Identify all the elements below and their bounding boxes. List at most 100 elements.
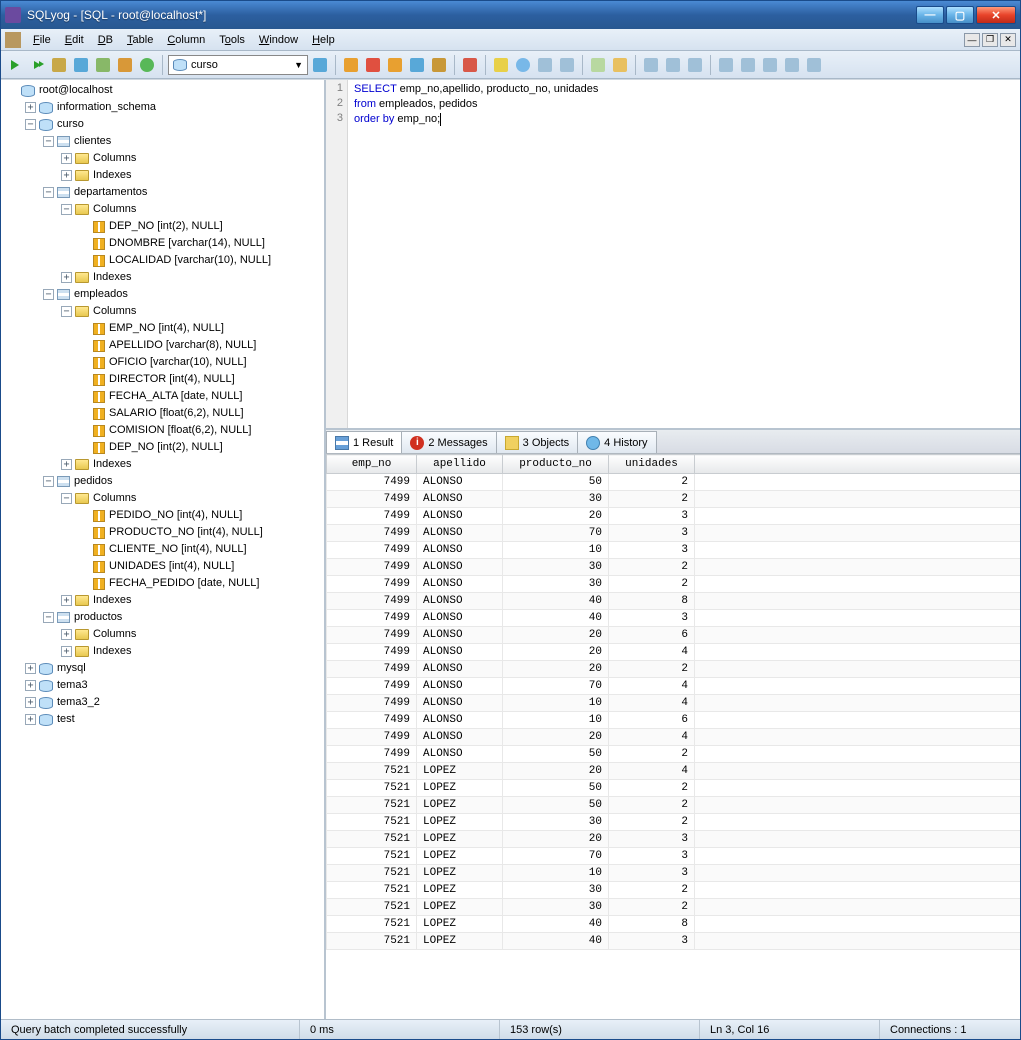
cell-producto-no[interactable]: 70 [503, 525, 609, 542]
cell-apellido[interactable]: LOPEZ [417, 882, 503, 899]
cell-unidades[interactable]: 3 [609, 542, 695, 559]
tree-table-departamentos[interactable]: −departamentos [43, 184, 322, 201]
cell-emp-no[interactable]: 7499 [327, 627, 417, 644]
cell-unidades[interactable]: 2 [609, 491, 695, 508]
cell-apellido[interactable]: ALONSO [417, 695, 503, 712]
table-row[interactable]: 7499ALONSO103 [327, 542, 1021, 559]
tree-column[interactable]: FECHA_PEDIDO [date, NULL] [79, 575, 322, 592]
tree-column[interactable]: SALARIO [float(6,2), NULL] [79, 405, 322, 422]
cell-unidades[interactable]: 3 [609, 865, 695, 882]
tree-column[interactable]: DIRECTOR [int(4), NULL] [79, 371, 322, 388]
cell-emp-no[interactable]: 7499 [327, 712, 417, 729]
cell-emp-no[interactable]: 7499 [327, 593, 417, 610]
cell-producto-no[interactable]: 10 [503, 712, 609, 729]
cell-unidades[interactable]: 4 [609, 729, 695, 746]
cell-apellido[interactable]: LOPEZ [417, 831, 503, 848]
cell-producto-no[interactable]: 10 [503, 695, 609, 712]
expand-icon[interactable]: + [25, 680, 36, 691]
tree-column[interactable]: LOCALIDAD [varchar(10), NULL] [79, 252, 322, 269]
cell-emp-no[interactable]: 7499 [327, 474, 417, 491]
mdi-restore[interactable]: ❐ [982, 33, 998, 47]
menu-window[interactable]: Window [253, 32, 304, 48]
collapse-icon[interactable]: − [43, 187, 54, 198]
table-row[interactable]: 7499ALONSO502 [327, 746, 1021, 763]
menu-edit[interactable]: Edit [59, 32, 90, 48]
tb-btn-g7e[interactable] [804, 55, 824, 75]
tb-btn-zoom[interactable] [513, 55, 533, 75]
table-row[interactable]: 7499ALONSO106 [327, 712, 1021, 729]
menu-tools[interactable]: Tools [213, 32, 251, 48]
cell-producto-no[interactable]: 20 [503, 644, 609, 661]
maximize-button[interactable]: ▢ [946, 6, 974, 24]
tb-btn-g3a[interactable] [460, 55, 480, 75]
tree-column[interactable]: DNOMBRE [varchar(14), NULL] [79, 235, 322, 252]
cell-apellido[interactable]: LOPEZ [417, 780, 503, 797]
cell-apellido[interactable]: LOPEZ [417, 916, 503, 933]
table-row[interactable]: 7499ALONSO202 [327, 661, 1021, 678]
cell-producto-no[interactable]: 70 [503, 678, 609, 695]
tree-folder-indexes[interactable]: +Indexes [61, 456, 322, 473]
cell-producto-no[interactable]: 50 [503, 780, 609, 797]
cell-apellido[interactable]: ALONSO [417, 593, 503, 610]
cell-producto-no[interactable]: 30 [503, 814, 609, 831]
tree-db-test[interactable]: +test [25, 711, 322, 728]
cell-producto-no[interactable]: 10 [503, 865, 609, 882]
cell-producto-no[interactable]: 30 [503, 899, 609, 916]
titlebar[interactable]: SQLyog - [SQL - root@localhost*] ― ▢ ✕ [1, 1, 1020, 29]
cell-producto-no[interactable]: 40 [503, 933, 609, 950]
tb-btn-g5a[interactable] [588, 55, 608, 75]
cell-unidades[interactable]: 2 [609, 746, 695, 763]
cell-apellido[interactable]: ALONSO [417, 508, 503, 525]
table-row[interactable]: 7521LOPEZ302 [327, 899, 1021, 916]
tb-btn-g4a[interactable] [535, 55, 555, 75]
cell-unidades[interactable]: 2 [609, 559, 695, 576]
cell-producto-no[interactable]: 20 [503, 763, 609, 780]
cell-emp-no[interactable]: 7499 [327, 576, 417, 593]
table-row[interactable]: 7521LOPEZ204 [327, 763, 1021, 780]
tree-folder-indexes[interactable]: +Indexes [61, 269, 322, 286]
cell-apellido[interactable]: ALONSO [417, 559, 503, 576]
collapse-icon[interactable]: − [61, 204, 72, 215]
cell-unidades[interactable]: 2 [609, 576, 695, 593]
tree-folder-columns[interactable]: −Columns [61, 490, 322, 507]
cell-unidades[interactable]: 6 [609, 712, 695, 729]
cell-apellido[interactable]: ALONSO [417, 610, 503, 627]
collapse-icon[interactable]: − [43, 289, 54, 300]
table-row[interactable]: 7499ALONSO302 [327, 491, 1021, 508]
tb-btn-5[interactable] [93, 55, 113, 75]
cell-emp-no[interactable]: 7521 [327, 865, 417, 882]
cell-emp-no[interactable]: 7521 [327, 916, 417, 933]
tree-column[interactable]: PEDIDO_NO [int(4), NULL] [79, 507, 322, 524]
cell-unidades[interactable]: 3 [609, 831, 695, 848]
cell-unidades[interactable]: 2 [609, 899, 695, 916]
tb-btn-g2b[interactable] [363, 55, 383, 75]
cell-unidades[interactable]: 2 [609, 474, 695, 491]
table-row[interactable]: 7521LOPEZ103 [327, 865, 1021, 882]
cell-apellido[interactable]: ALONSO [417, 644, 503, 661]
tree-column[interactable]: APELLIDO [varchar(8), NULL] [79, 337, 322, 354]
tb-btn-6[interactable] [115, 55, 135, 75]
expand-icon[interactable]: + [25, 663, 36, 674]
cell-apellido[interactable]: LOPEZ [417, 933, 503, 950]
tb-btn-g2a[interactable] [341, 55, 361, 75]
cell-unidades[interactable]: 4 [609, 644, 695, 661]
expand-icon[interactable]: + [61, 170, 72, 181]
cell-producto-no[interactable]: 50 [503, 797, 609, 814]
cell-unidades[interactable]: 3 [609, 610, 695, 627]
tree-folder-indexes[interactable]: +Indexes [61, 643, 322, 660]
tree-table-empleados[interactable]: −empleados [43, 286, 322, 303]
cell-unidades[interactable]: 2 [609, 814, 695, 831]
expand-icon[interactable]: + [61, 646, 72, 657]
tree-column[interactable]: CLIENTE_NO [int(4), NULL] [79, 541, 322, 558]
table-row[interactable]: 7499ALONSO408 [327, 593, 1021, 610]
cell-unidades[interactable]: 8 [609, 916, 695, 933]
cell-apellido[interactable]: ALONSO [417, 712, 503, 729]
expand-icon[interactable]: + [25, 697, 36, 708]
cell-producto-no[interactable]: 50 [503, 746, 609, 763]
tree-folder-columns[interactable]: −Columns [61, 303, 322, 320]
cell-apellido[interactable]: LOPEZ [417, 763, 503, 780]
tb-btn-4[interactable] [71, 55, 91, 75]
database-selector[interactable]: curso ▼ [168, 55, 308, 75]
table-row[interactable]: 7499ALONSO204 [327, 644, 1021, 661]
menu-help[interactable]: Help [306, 32, 341, 48]
